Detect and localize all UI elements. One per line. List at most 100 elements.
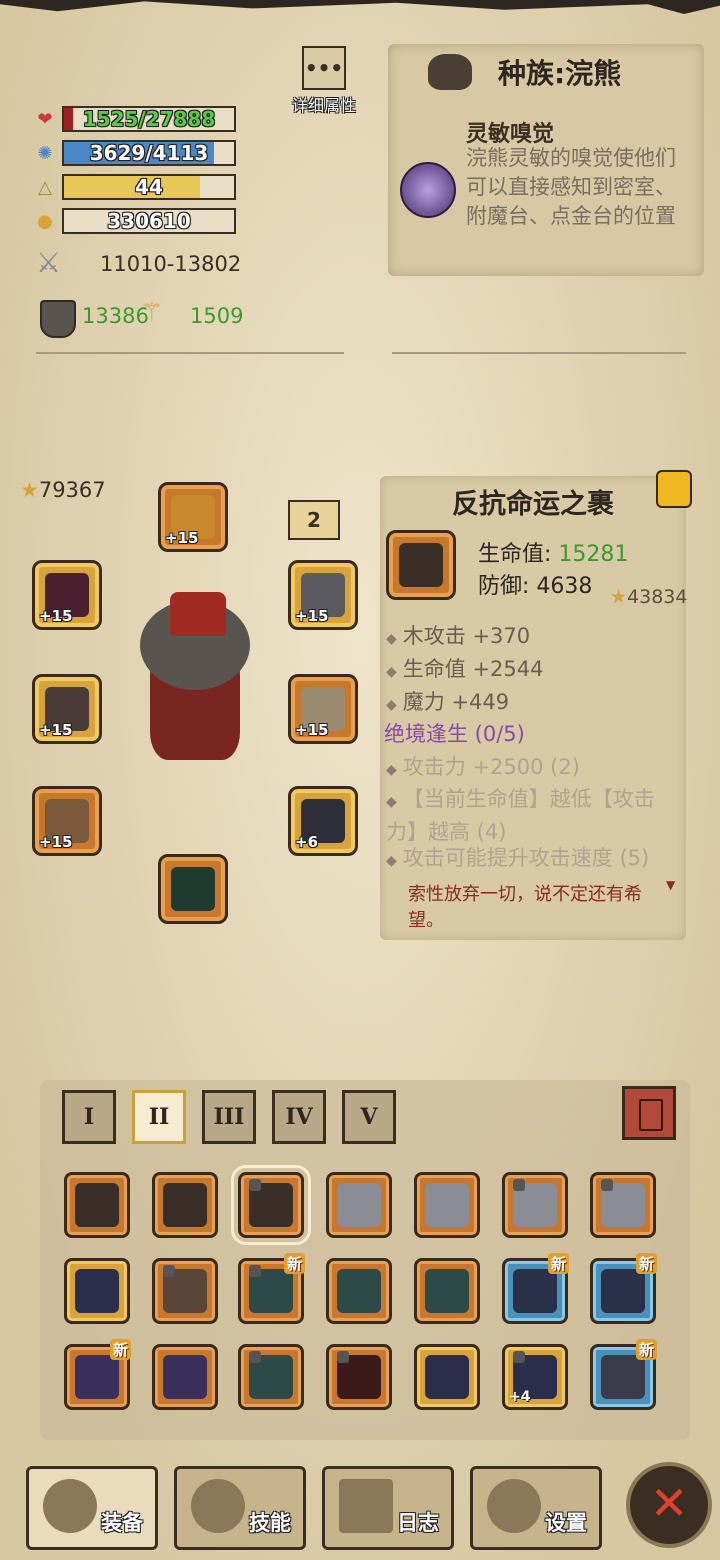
inv-item[interactable] (64, 1172, 130, 1238)
right-slot-2[interactable]: +15 (288, 674, 358, 744)
tab-1[interactable]: I (62, 1090, 116, 1144)
race-title: 种族:浣熊 (498, 57, 622, 90)
inv-item-selected[interactable] (231, 1165, 311, 1245)
nav-settings-label: 设置 (545, 1511, 587, 1535)
staff-icon: ⚚ (140, 298, 164, 328)
nav-skills-label: 技能 (249, 1511, 291, 1535)
nav-skills[interactable]: 技能 (174, 1466, 306, 1550)
level-bar: 44 (62, 174, 236, 200)
close-button[interactable]: ✕ (626, 1462, 712, 1548)
inv-item[interactable]: +4 (502, 1344, 568, 1410)
inv-item[interactable] (326, 1172, 392, 1238)
set-name: 绝境逢生 (0/5) (384, 722, 525, 746)
nav-equip[interactable]: 装备 (26, 1466, 158, 1550)
item-icon (386, 530, 456, 600)
inv-item[interactable] (590, 1172, 656, 1238)
mana-row: ✺ 3629/4113 (34, 138, 244, 168)
skill-icon (191, 1479, 245, 1533)
bag-count-badge[interactable]: 2 (288, 500, 340, 540)
race-panel: 种族:浣熊 灵敏嗅觉 浣熊灵敏的嗅觉使他们可以直接感知到密室、附魔台、点金台的位… (388, 44, 704, 276)
lock-icon[interactable] (656, 470, 692, 508)
level-icon: △ (38, 176, 52, 198)
inv-item[interactable] (152, 1258, 218, 1324)
gear-icon (487, 1479, 541, 1533)
item-score: ★43834 (610, 586, 688, 608)
gold-row: ● 330610 (34, 206, 244, 236)
nav-equip-label: 装备 (101, 1511, 143, 1535)
inv-item[interactable] (64, 1258, 130, 1324)
hero-hat (170, 592, 226, 636)
mana-icon: ✺ (37, 142, 53, 164)
left-slot-2[interactable]: +15 (32, 674, 102, 744)
magic-value: 1509 (190, 304, 244, 328)
inv-item[interactable] (238, 1344, 304, 1410)
bonus-2: ◆ 生命值 +2544 (386, 657, 544, 681)
attack-value: 11010-13802 (100, 252, 242, 276)
nav-log[interactable]: 日志 (322, 1466, 454, 1550)
helmet-slot[interactable]: +15 (158, 482, 228, 552)
set-effect-2: ◆ 【当前生命值】越低【攻击力】越高 (4) (386, 787, 655, 844)
gold-bar: 330610 (62, 208, 236, 234)
level-value: 44 (135, 175, 163, 199)
inv-item[interactable] (414, 1344, 480, 1410)
mana-bar: 3629/4113 (62, 140, 236, 166)
hp-bar: 1525/27888 (62, 106, 236, 132)
item-flavor: 索性放弃一切，说不定还有希望。 (408, 884, 642, 931)
inv-item[interactable]: 新 (590, 1253, 657, 1324)
left-slot-1[interactable]: +15 (32, 560, 102, 630)
inv-item[interactable] (502, 1172, 568, 1238)
inv-item[interactable] (414, 1172, 480, 1238)
inv-item[interactable]: 新 (238, 1253, 305, 1324)
level-row: △ 44 (34, 172, 244, 202)
gold-icon: ● (37, 210, 53, 232)
tab-3[interactable]: III (202, 1090, 256, 1144)
swords-icon: ⚔ (36, 246, 62, 279)
inv-item[interactable]: 新 (64, 1339, 131, 1410)
shield-icon (40, 300, 76, 338)
bonus-1: ◆ 木攻击 +370 (386, 624, 531, 648)
skill-icon[interactable] (400, 162, 456, 218)
inv-item[interactable]: 新 (590, 1339, 657, 1410)
inv-item[interactable]: 新 (502, 1253, 569, 1324)
inv-item[interactable] (326, 1258, 392, 1324)
item-title: 反抗命运之裹 (452, 489, 614, 520)
nav-log-label: 日志 (397, 1511, 439, 1535)
raccoon-icon (428, 54, 472, 90)
tab-5[interactable]: V (342, 1090, 396, 1144)
star-icon: ★ (610, 586, 628, 608)
right-slot-1[interactable]: +15 (288, 560, 358, 630)
inv-item[interactable] (152, 1344, 218, 1410)
hp-row: ❤ 1525/27888 (34, 104, 244, 134)
defense-value: 13386 (82, 304, 149, 328)
left-slot-3[interactable]: +15 (32, 786, 102, 856)
hp-value: 1525/27888 (82, 107, 216, 131)
inv-item[interactable] (152, 1172, 218, 1238)
inv-item[interactable] (414, 1258, 480, 1324)
gear-score-value: 79367 (38, 478, 106, 502)
trash-button[interactable] (622, 1086, 676, 1140)
divider-left (36, 352, 344, 354)
axe-icon (43, 1479, 97, 1533)
item-score-value: 43834 (627, 586, 688, 608)
tab-4[interactable]: IV (272, 1090, 326, 1144)
bottom-slot[interactable] (158, 854, 228, 924)
gold-value: 330610 (107, 209, 191, 233)
star-icon: ★ (20, 478, 39, 502)
nav-settings[interactable]: 设置 (470, 1466, 602, 1550)
item-detail-panel: 反抗命运之裹 生命值: 15281 防御: 4638 ★43834 ◆ 木攻击 +… (380, 470, 692, 940)
tab-2[interactable]: II (132, 1090, 186, 1144)
set-effect-3: ◆ 攻击可能提升攻击速度 (5) (386, 846, 650, 870)
right-slot-3[interactable]: +6 (288, 786, 358, 856)
set-effect-1: ◆ 攻击力 +2500 (2) (386, 755, 580, 779)
inv-item[interactable] (326, 1344, 392, 1410)
heart-icon: ❤ (37, 108, 53, 130)
item-def: 防御: 4638 (478, 574, 593, 599)
expand-arrow-icon[interactable]: ▼ (666, 878, 675, 892)
gear-score: ★79367 (20, 478, 106, 502)
trash-icon (639, 1099, 663, 1131)
mana-value: 3629/4113 (89, 141, 209, 165)
detail-attributes-label: 详细属性 (291, 96, 356, 115)
close-icon: ✕ (649, 1476, 689, 1530)
detail-attributes-button[interactable]: ••• 详细属性 (288, 46, 360, 116)
item-hp: 生命值: 15281 (478, 542, 629, 567)
